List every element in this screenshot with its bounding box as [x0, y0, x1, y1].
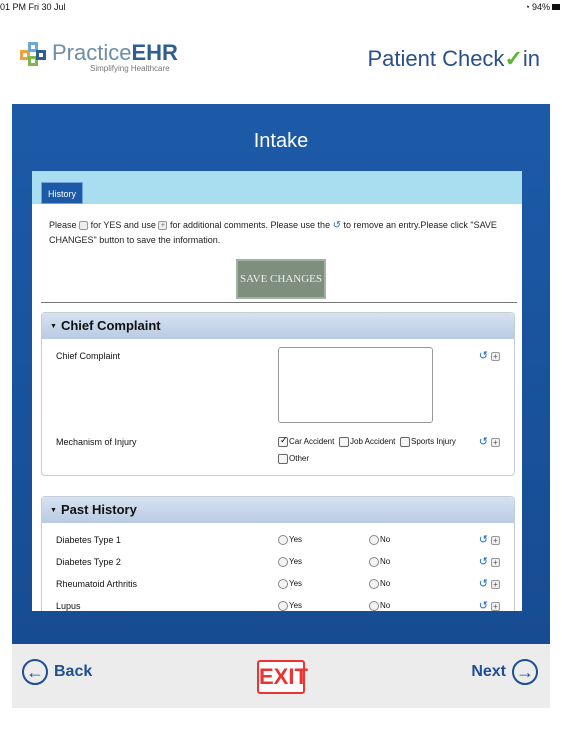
chief-complaint-textarea[interactable]	[278, 347, 433, 423]
radio-no[interactable]: No	[369, 579, 390, 589]
row-label: Rheumatoid Arthritis	[56, 579, 138, 589]
radio-yes[interactable]: Yes	[278, 579, 302, 589]
checkbox-hint-icon	[79, 221, 89, 231]
plus-hint-icon: +	[158, 221, 168, 231]
status-bar: 01 PM Fri 30 Jul ◔ 94%	[0, 0, 562, 16]
patient-checkin-title: Patient Check✓in	[367, 46, 540, 71]
add-comment-icon[interactable]: +	[491, 535, 500, 545]
row-label: Mechanism of Injury	[56, 437, 137, 447]
status-indicators: ◔ 94%	[525, 2, 560, 12]
row-mechanism-of-injury: Mechanism of Injury Car Accident Job Acc…	[42, 431, 514, 471]
section-chief-complaint: ▼ Chief Complaint Chief Complaint ↺ + Mech…	[41, 312, 515, 476]
arrow-left-icon: ←	[22, 659, 48, 685]
brand-name: PracticeEHR	[52, 40, 178, 65]
radio-no[interactable]: No	[369, 557, 390, 567]
undo-icon[interactable]: ↺	[479, 556, 488, 568]
row-rheumatoid-arthritis: Rheumatoid Arthritis Yes No ↺ +	[42, 577, 514, 597]
add-comment-icon[interactable]: +	[491, 437, 500, 447]
next-button[interactable]: Next →	[471, 659, 538, 685]
battery-percent: 94%	[531, 2, 550, 12]
add-comment-icon[interactable]: +	[491, 579, 500, 589]
tab-bar: History	[32, 171, 522, 204]
undo-icon[interactable]: ↺	[479, 534, 488, 546]
radio-yes[interactable]: Yes	[278, 601, 302, 611]
status-time: 01 PM Fri 30 Jul	[0, 2, 66, 12]
row-actions: ↺ +	[479, 577, 500, 590]
collapse-arrow-icon: ▼	[50, 506, 57, 514]
save-changes-button[interactable]: SAVE CHANGES	[236, 259, 326, 299]
radio-no[interactable]: No	[369, 601, 390, 611]
row-diabetes-type-2: Diabetes Type 2 Yes No ↺ +	[42, 555, 514, 575]
undo-icon[interactable]: ↺	[479, 600, 488, 611]
exit-button[interactable]: EXIT	[257, 660, 308, 694]
row-lupus: Lupus Yes No ↺ +	[42, 599, 514, 611]
add-comment-icon[interactable]: +	[491, 601, 500, 611]
logo-icon	[20, 42, 46, 70]
undo-icon[interactable]: ↺	[479, 578, 488, 590]
intake-form-card: History Please for YES and use + for add…	[32, 171, 522, 611]
tab-history[interactable]: History	[41, 182, 84, 204]
row-label: Chief Complaint	[56, 351, 121, 361]
app-header: PracticeEHR Simplifying Healthcare Patie…	[0, 16, 562, 104]
option-job-accident[interactable]: Job Accident	[339, 437, 395, 447]
row-label: Diabetes Type 2	[56, 557, 121, 567]
wifi-icon: ◔	[524, 2, 530, 12]
radio-yes[interactable]: Yes	[278, 535, 302, 545]
undo-icon[interactable]: ↺	[479, 350, 488, 362]
undo-icon[interactable]: ↺	[479, 436, 488, 448]
checkmark-icon: ✓	[504, 46, 523, 71]
checkbox	[339, 437, 349, 447]
row-actions: ↺ +	[479, 435, 500, 448]
row-diabetes-type-1: Diabetes Type 1 Yes No ↺ +	[42, 533, 514, 553]
footer-nav: ← Back EXIT Next →	[12, 644, 550, 708]
section-header-chief-complaint[interactable]: ▼ Chief Complaint	[42, 313, 514, 339]
row-actions: ↺ +	[479, 533, 500, 546]
add-comment-icon[interactable]: +	[491, 351, 500, 361]
divider	[41, 302, 517, 303]
checkbox	[278, 454, 288, 464]
brand-tagline: Simplifying Healthcare	[90, 64, 170, 73]
row-actions: ↺ +	[479, 599, 500, 611]
row-chief-complaint: Chief Complaint ↺ +	[42, 339, 514, 431]
row-label: Lupus	[56, 601, 81, 611]
section-header-past-history[interactable]: ▼ Past History	[42, 497, 514, 523]
back-button[interactable]: ← Back	[22, 659, 92, 685]
battery-icon	[552, 4, 560, 10]
page-title: Intake	[253, 130, 309, 152]
radio-yes[interactable]: Yes	[278, 557, 302, 567]
practice-ehr-logo: PracticeEHR Simplifying Healthcare	[20, 42, 178, 73]
collapse-arrow-icon: ▼	[50, 322, 57, 330]
checkbox	[400, 437, 410, 447]
option-sports-injury[interactable]: Sports Injury	[400, 437, 456, 447]
option-car-accident[interactable]: Car Accident	[278, 435, 334, 447]
option-other[interactable]: Other	[278, 454, 309, 464]
add-comment-icon[interactable]: +	[491, 557, 500, 567]
arrow-right-icon: →	[512, 659, 538, 685]
row-actions: ↺ +	[479, 349, 500, 362]
row-actions: ↺ +	[479, 555, 500, 568]
radio-no[interactable]: No	[369, 535, 390, 545]
undo-hint-icon: ↺	[332, 220, 341, 232]
checkbox-checked	[278, 435, 288, 447]
section-past-history: ▼ Past History Diabetes Type 1 Yes No ↺ + …	[41, 496, 515, 611]
instructions-text: Please for YES and use + for additional …	[49, 220, 497, 246]
row-label: Diabetes Type 1	[56, 535, 121, 545]
